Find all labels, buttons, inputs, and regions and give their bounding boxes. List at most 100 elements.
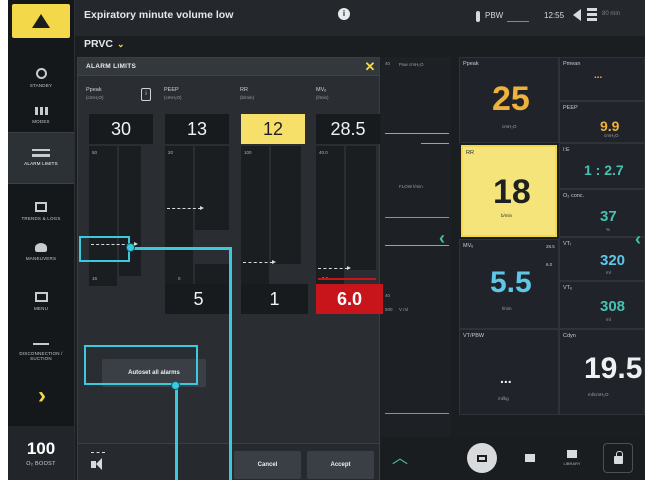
callout-box-autoset	[84, 345, 198, 385]
rr-high-limit[interactable]: 12	[241, 114, 305, 144]
ppeak-track-bottom: 16	[92, 276, 98, 281]
volume-waveform	[385, 413, 449, 414]
pressure-waveform	[385, 133, 449, 134]
param-value: 18	[493, 173, 531, 211]
dialog-header: ALARM LIMITS ✕	[78, 58, 379, 76]
callout-line-current-value-vertical	[229, 247, 232, 480]
column-unit: (b/min)	[240, 95, 255, 100]
param-value: 1 : 2.7	[584, 162, 624, 178]
library-button[interactable]: LIBRARY	[557, 443, 587, 473]
peep-high-limit[interactable]: 13	[165, 114, 229, 144]
param-value: 320	[600, 252, 626, 269]
chevron-left-icon[interactable]: ‹	[635, 229, 641, 250]
param-ppeak[interactable]: Ppeak 25 cmH₂O	[459, 57, 559, 143]
volume-scale: 500	[385, 307, 393, 312]
mve-high-limit[interactable]: 28.5	[316, 114, 380, 144]
column-header-rr: RR (b/min)	[240, 87, 254, 101]
sidebar-item-menu[interactable]: MENU	[8, 276, 74, 328]
ppeak-track-top: 50	[92, 150, 98, 155]
column-header-peep: PEEP (cmH₂O)	[164, 87, 182, 101]
menu-icon	[34, 292, 48, 303]
param-vt-pbw[interactable]: VT/PBW ... ml/kg	[459, 329, 559, 415]
peep-track-high[interactable]	[195, 146, 229, 230]
param-vte[interactable]: VTₑ 308 ml	[559, 281, 645, 329]
ventilator-screen: STANDBY MODES ALARM LIMITS TRENDS & LOGS…	[8, 0, 645, 480]
param-label: O₂ conc.	[563, 193, 585, 199]
peep-low-limit[interactable]: 5	[165, 284, 232, 314]
expand-panel-button[interactable]: ︿	[386, 443, 414, 469]
param-rr[interactable]: RR 18 b/min	[461, 145, 557, 237]
sidebar-item-label: MANEUVERS	[25, 255, 57, 261]
param-label: Ppeak	[463, 61, 479, 67]
mve-low-limit-bar	[318, 278, 376, 280]
volume-waveform-label: V ml	[399, 307, 408, 312]
param-value: ...	[500, 370, 512, 386]
column-unit: (l/min)	[316, 95, 329, 100]
param-unit: ml/kg	[498, 396, 509, 401]
standby-icon	[35, 67, 47, 79]
param-unit: ml/cmH₂O	[588, 392, 609, 397]
ventilation-mode[interactable]: PRVC ⌄	[84, 38, 125, 50]
rr-track[interactable]	[241, 146, 269, 286]
param-o2[interactable]: O₂ conc. 37 %	[559, 189, 645, 237]
sidebar-item-label: TRENDS & LOGS	[21, 216, 61, 222]
info-icon[interactable]: i	[338, 8, 350, 20]
sidebar-item-alarm-limits[interactable]: ALARM LIMITS	[8, 132, 74, 184]
alarm-bell-button[interactable]	[12, 4, 70, 38]
o2-boost-button[interactable]: 100 O₂ BOOST	[8, 426, 74, 480]
param-pmean[interactable]: Pmean ...	[559, 57, 645, 101]
alarm-limits-icon	[32, 149, 50, 158]
screenshot-button[interactable]	[467, 443, 497, 473]
waveform-collapse-chevron-icon[interactable]: ‹	[439, 228, 445, 249]
param-cdyn[interactable]: Cdyn 19.5 ml/cmH₂O	[559, 329, 645, 415]
peep-track-low[interactable]	[195, 264, 229, 286]
column-name: PEEP	[164, 87, 179, 93]
chevron-right-icon: ›	[38, 382, 46, 409]
cancel-button[interactable]: Cancel	[234, 451, 301, 479]
pbw-value-placeholder	[507, 21, 529, 22]
param-label: I:E	[563, 147, 570, 153]
param-ie[interactable]: I:E 1 : 2.7	[559, 143, 645, 189]
peep-track[interactable]	[165, 146, 193, 286]
rr-low-limit[interactable]: 1	[241, 284, 308, 314]
param-mve[interactable]: MVₑ 28.5 6.0 5.5 l/min	[459, 239, 559, 329]
speaker-horn-icon	[95, 458, 102, 470]
flow-scale: 40	[385, 293, 391, 298]
param-peep[interactable]: PEEP 9.9 cmH₂O	[559, 101, 645, 143]
bottom-bar: ︿ LIBRARY	[381, 437, 645, 480]
param-unit: ml	[606, 270, 611, 275]
param-unit: l/min	[502, 306, 512, 311]
param-unit: ml	[606, 317, 611, 322]
sidebar: STANDBY MODES ALARM LIMITS TRENDS & LOGS…	[8, 0, 75, 480]
accept-button[interactable]: Accept	[307, 451, 374, 479]
mve-low-limit[interactable]: 6.0	[316, 284, 383, 314]
callout-line-current-value	[130, 247, 231, 250]
param-vti[interactable]: VTᵢ 320 ml	[559, 237, 645, 281]
mve-current-marker	[318, 266, 351, 270]
pressure-waveform-segment	[421, 143, 449, 144]
mve-track[interactable]	[316, 146, 344, 286]
rr-track-high[interactable]	[271, 146, 301, 264]
pbw-label[interactable]: PBW	[485, 11, 503, 20]
audio-pause-icon[interactable]	[573, 9, 581, 21]
sidebar-more-button[interactable]: ›	[22, 382, 62, 409]
close-icon[interactable]: ✕	[362, 59, 378, 75]
param-label: PEEP	[563, 105, 578, 111]
mve-track-high[interactable]	[346, 146, 376, 270]
ppeak-track[interactable]	[89, 146, 117, 286]
maneuvers-icon	[35, 242, 47, 252]
nebulizer-icon	[525, 454, 535, 462]
param-label: MVₑ	[463, 243, 474, 249]
o2-boost-value: 100	[26, 438, 56, 458]
screen-lock-button[interactable]	[603, 443, 633, 473]
sidebar-item-disconnection-suction[interactable]: DISCONNECTION / SUCTION	[8, 326, 74, 378]
ppeak-high-limit[interactable]: 30	[89, 114, 153, 144]
column-unit: (cmH₂O)	[86, 95, 104, 100]
alarm-volume-button[interactable]	[83, 452, 109, 476]
parameter-grid: Ppeak 25 cmH₂O Pmean ... PEEP 9.9 cmH₂O …	[459, 57, 645, 437]
info-icon[interactable]: i	[141, 88, 151, 101]
sidebar-item-maneuvers[interactable]: MANEUVERS	[8, 226, 74, 278]
alarm-message[interactable]: Expiratory minute volume low	[84, 9, 233, 21]
nebulizer-button[interactable]	[515, 443, 545, 473]
mode-label: PRVC	[84, 38, 113, 50]
